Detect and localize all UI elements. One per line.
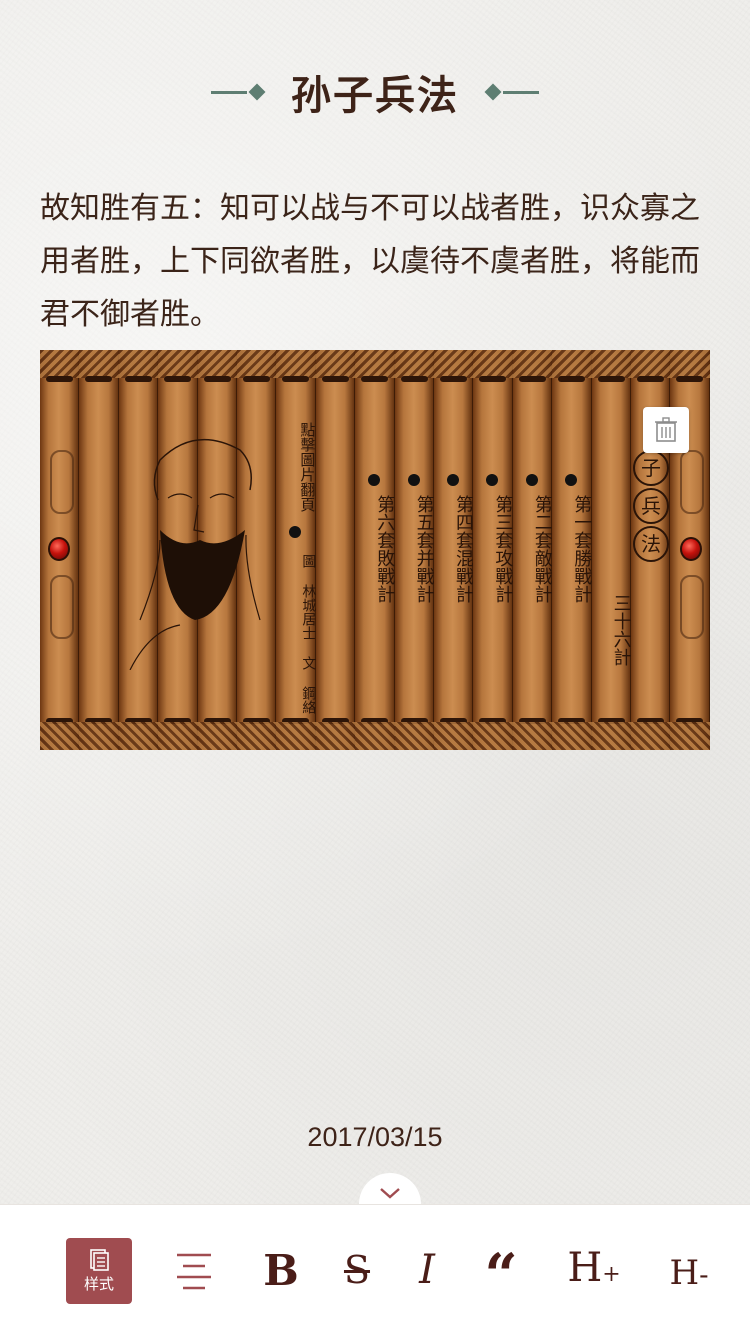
bamboo-slip: [79, 350, 120, 750]
bamboo-slip: 第五套并戰計: [394, 350, 435, 750]
slip-text-chapter-3: 第三套攻戰計: [492, 495, 514, 603]
bamboo-slip: 第二套敵戰計: [512, 350, 553, 750]
heading-increase-button[interactable]: H +: [562, 1245, 626, 1295]
heading-increase-sign: +: [602, 1262, 621, 1287]
title-row: 孙子兵法: [0, 62, 750, 122]
slip-text-36-stratagems: 三十六計: [610, 594, 632, 666]
bold-button[interactable]: B: [258, 1245, 304, 1295]
heading-decrease-label: H: [669, 1253, 700, 1293]
dragon-ornament: [680, 450, 704, 514]
article-date: 2017/03/15: [307, 1122, 443, 1152]
italic-label: I: [419, 1247, 435, 1293]
dragon-ornament: [50, 450, 74, 514]
style-button[interactable]: 样式: [66, 1238, 132, 1304]
slip-text-click-hint: 點擊圖片翻頁: [298, 422, 317, 512]
slip-text-chapter-5: 第五套并戰計: [413, 495, 435, 603]
italic-button[interactable]: I: [404, 1245, 450, 1295]
slip-bead: [368, 474, 381, 486]
slip-text-chapter-4: 第四套混戰計: [453, 495, 474, 603]
align-button[interactable]: [170, 1247, 218, 1295]
bold-label: B: [263, 1245, 299, 1295]
heading-decrease-button[interactable]: H-: [664, 1253, 714, 1299]
title-ornament-left: [211, 83, 267, 101]
slip-text-chapter-2: 第二套敵戰計: [531, 495, 553, 603]
sage-portrait-illustration: [129, 438, 261, 670]
circle-char: 兵: [633, 488, 669, 524]
title-ornament-right: [483, 83, 539, 101]
slip-text-credits: 圖 林城居士 文 鋼絡: [300, 554, 317, 714]
slip-bead: [565, 474, 578, 486]
dragon-ornament: [50, 575, 74, 639]
quote-button[interactable]: “: [478, 1241, 524, 1309]
slip-bead: [407, 474, 420, 486]
strikethrough-button[interactable]: S: [334, 1245, 380, 1295]
slip-bead: [486, 474, 499, 486]
trash-icon: [655, 417, 677, 442]
bamboo-slip: 點擊圖片翻頁 圖 林城居士 文 鋼絡: [276, 350, 317, 750]
article-title[interactable]: 孙子兵法: [291, 63, 459, 121]
style-button-label: 样式: [83, 1274, 114, 1293]
document-icon: [90, 1248, 109, 1271]
circle-char: 法: [633, 526, 669, 562]
bamboo-slip: 第三套攻戰計: [473, 350, 514, 750]
bamboo-slip: 三十六計: [591, 350, 632, 750]
slip-bead: [525, 474, 538, 486]
circle-char: 子: [633, 450, 669, 486]
heading-increase-label: H: [567, 1245, 603, 1291]
bamboo-slip: 第六套敗戰計: [355, 350, 396, 750]
quote-label: “: [484, 1241, 518, 1309]
bamboo-slip: [315, 350, 356, 750]
red-bead-left: [48, 537, 70, 561]
chevron-down-icon: [380, 1188, 400, 1199]
bamboo-scroll-image[interactable]: 點擊圖片翻頁 圖 林城居士 文 鋼絡 第六套敗戰計 第五套并戰計 第四套混戰計 …: [40, 350, 710, 750]
slip-bead: [289, 526, 302, 538]
dragon-ornament: [680, 575, 704, 639]
strikethrough-label: S: [343, 1248, 371, 1292]
slip-text-chapter-1: 第一套勝戰計: [571, 495, 593, 603]
bamboo-slip: 第四套混戰計: [434, 350, 474, 750]
slip-bead: [447, 474, 459, 486]
red-bead-right: [680, 537, 702, 561]
slip-text-chapter-6: 第六套敗戰計: [374, 495, 396, 603]
heading-decrease-sign: -: [699, 1258, 709, 1291]
formatting-toolbar: 样式 B S I “ H + H-: [0, 1204, 750, 1335]
delete-image-button[interactable]: [643, 407, 689, 453]
align-center-icon: [177, 1253, 211, 1290]
bamboo-slip: 第一套勝戰計: [552, 350, 593, 750]
article-body[interactable]: 故知胜有五：知可以战与不可以战者胜，识众寡之用者胜，上下同欲者胜，以虞待不虞者胜…: [40, 182, 712, 341]
